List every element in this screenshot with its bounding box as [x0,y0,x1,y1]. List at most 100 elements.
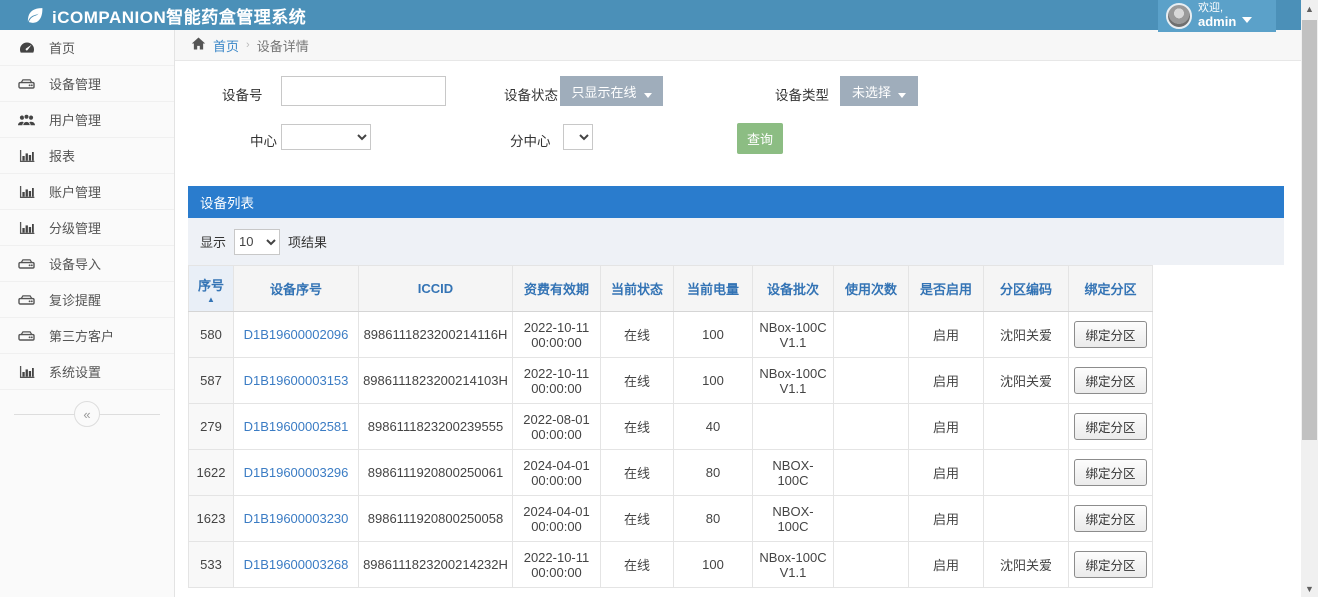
users-icon [17,113,36,127]
hdd-icon [17,257,36,271]
partition-code-cell: 沈阳关爱 [984,312,1069,358]
sidebar-item-home[interactable]: 首页 [0,30,174,66]
sidebar-item-label: 系统设置 [49,362,101,381]
device-serial-link[interactable]: D1B19600003230 [244,511,349,526]
chart-icon [17,365,36,379]
battery-cell: 100 [674,312,753,358]
serial-cell: D1B19600002581 [234,404,359,450]
device-no-input[interactable] [281,76,446,106]
sidebar-item-account-mgmt[interactable]: 账户管理 [0,174,174,210]
bind-cell: 绑定分区 [1069,450,1153,496]
seq-cell: 580 [189,312,234,358]
seq-cell: 1622 [189,450,234,496]
scroll-up-icon[interactable]: ▲ [1301,0,1318,17]
sidebar-item-revisit-reminder[interactable]: 复诊提醒 [0,282,174,318]
center-select[interactable] [281,124,371,150]
bind-partition-button[interactable]: 绑定分区 [1074,321,1146,348]
user-menu[interactable]: 欢迎,admin [1158,0,1276,32]
sidebar-item-device-mgmt[interactable]: 设备管理 [0,66,174,102]
dashboard-icon [17,41,36,54]
column-header[interactable]: 是否启用 [909,266,984,312]
device-serial-link[interactable]: D1B19600002096 [244,327,349,342]
column-header[interactable]: 当前状态 [601,266,674,312]
page-length-select[interactable]: 10 [234,229,280,255]
sidebar-collapse-button[interactable]: « [74,401,100,427]
sidebar-collapse-row: « [0,400,174,428]
column-header[interactable]: 设备批次 [753,266,834,312]
sidebar-item-label: 账户管理 [49,182,101,201]
enabled-cell: 启用 [909,404,984,450]
expire-cell: 2024-04-01 00:00:00 [513,496,601,542]
serial-cell: D1B19600003153 [234,358,359,404]
column-header[interactable]: 当前电量 [674,266,753,312]
iccid-cell: 8986111823200214116H [359,312,513,358]
chevron-down-icon [1242,17,1252,23]
sidebar-item-label: 首页 [49,38,75,57]
batch-cell: NBox-100C V1.1 [753,358,834,404]
battery-cell: 80 [674,496,753,542]
column-header[interactable]: 使用次数 [834,266,909,312]
sidebar-menu: 首页设备管理用户管理报表账户管理分级管理设备导入复诊提醒第三方客户系统设置 [0,30,174,390]
device-type-dropdown[interactable]: 未选择 [840,76,918,106]
sidebar-item-device-import[interactable]: 设备导入 [0,246,174,282]
batch-cell [753,404,834,450]
device-type-label: 设备类型 [775,84,829,104]
seq-cell: 1623 [189,496,234,542]
bind-partition-button[interactable]: 绑定分区 [1074,551,1146,578]
use-count-cell [834,404,909,450]
enabled-cell: 启用 [909,312,984,358]
column-header[interactable]: ICCID [359,266,513,312]
status-cell: 在线 [601,450,674,496]
column-header[interactable]: 资费有效期 [513,266,601,312]
battery-cell: 100 [674,542,753,588]
expire-cell: 2022-10-11 00:00:00 [513,542,601,588]
sidebar-item-system-settings[interactable]: 系统设置 [0,354,174,390]
sidebar-item-level-mgmt[interactable]: 分级管理 [0,210,174,246]
hdd-icon [17,77,36,91]
search-button[interactable]: 查询 [737,123,783,154]
sidebar-item-report[interactable]: 报表 [0,138,174,174]
device-table-head-row: 序号▲设备序号ICCID资费有效期当前状态当前电量设备批次使用次数是否启用分区编… [189,266,1153,312]
use-count-cell [834,312,909,358]
scrollbar-thumb[interactable] [1302,20,1317,440]
subcenter-label: 分中心 [510,130,551,150]
bind-cell: 绑定分区 [1069,404,1153,450]
bind-partition-button[interactable]: 绑定分区 [1074,413,1146,440]
sidebar-item-label: 设备导入 [49,254,101,273]
batch-cell: NBOX-100C [753,450,834,496]
hdd-icon [17,293,36,307]
breadcrumb-current: 设备详情 [257,36,309,55]
bind-partition-button[interactable]: 绑定分区 [1074,505,1146,532]
bind-partition-button[interactable]: 绑定分区 [1074,367,1146,394]
sidebar-item-user-mgmt[interactable]: 用户管理 [0,102,174,138]
device-serial-link[interactable]: D1B19600003296 [244,465,349,480]
subcenter-select[interactable] [563,124,593,150]
scroll-down-icon[interactable]: ▼ [1301,580,1318,597]
device-serial-link[interactable]: D1B19600003268 [244,557,349,572]
column-header[interactable]: 分区编码 [984,266,1069,312]
username: admin [1198,15,1236,30]
device-serial-link[interactable]: D1B19600002581 [244,419,349,434]
device-serial-link[interactable]: D1B19600003153 [244,373,349,388]
status-cell: 在线 [601,542,674,588]
column-header[interactable]: 序号▲ [189,266,234,312]
device-table: 序号▲设备序号ICCID资费有效期当前状态当前电量设备批次使用次数是否启用分区编… [188,265,1153,588]
breadcrumb-home-link[interactable]: 首页 [213,36,239,55]
batch-cell: NBOX-100C [753,496,834,542]
column-header[interactable]: 设备序号 [234,266,359,312]
vertical-scrollbar[interactable]: ▲ ▼ [1301,0,1318,597]
batch-cell: NBox-100C V1.1 [753,312,834,358]
chart-icon [17,185,36,199]
table-row: 1622D1B196000032968986111920800250061202… [189,450,1153,496]
hdd-icon [17,329,36,343]
bind-partition-button[interactable]: 绑定分区 [1074,459,1146,486]
bind-cell: 绑定分区 [1069,496,1153,542]
page-length-bar: 显示 10 项结果 [188,218,1284,265]
use-count-cell [834,496,909,542]
sidebar-item-third-party[interactable]: 第三方客户 [0,318,174,354]
device-list-panel: 设备列表 显示 10 项结果 序号▲设备序号ICCID资费有效期当前状态当前电量… [188,186,1284,588]
chevron-down-icon [898,93,906,98]
expire-cell: 2024-04-01 00:00:00 [513,450,601,496]
device-status-dropdown[interactable]: 只显示在线 [560,76,663,106]
column-header[interactable]: 绑定分区 [1069,266,1153,312]
